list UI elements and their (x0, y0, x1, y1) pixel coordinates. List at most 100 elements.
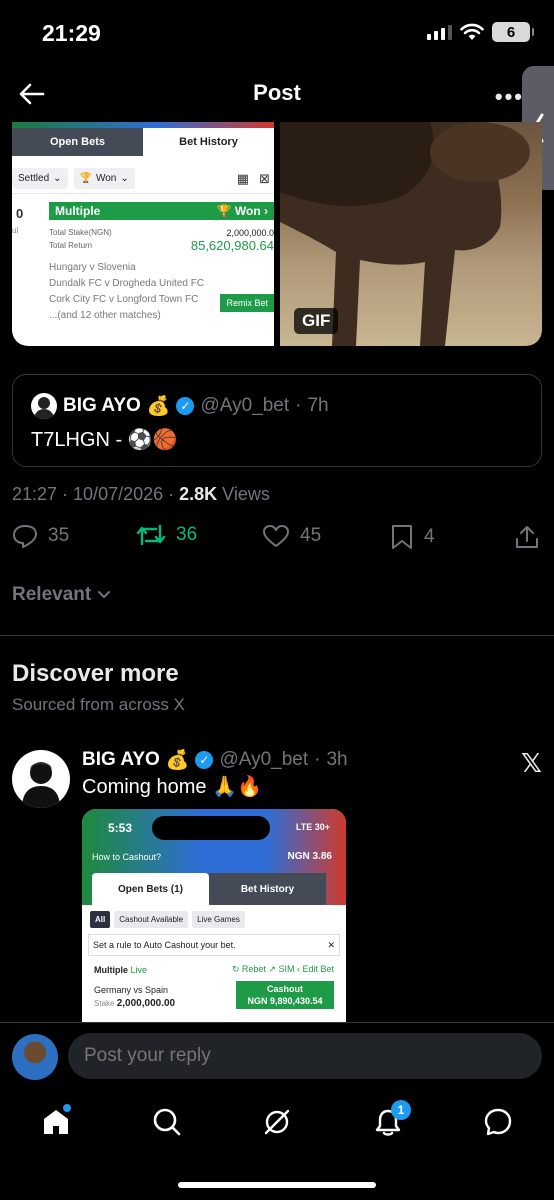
chat-icon (484, 1108, 512, 1136)
chip-all: All (90, 911, 111, 928)
repost-icon (136, 524, 166, 546)
battery-icon: 6 (492, 22, 534, 42)
chevron-down-icon: ⌄ (53, 173, 62, 184)
author-handle: @Ay0_bet (200, 395, 290, 416)
reply-button[interactable]: 35 (12, 524, 69, 548)
separator: · (295, 395, 302, 416)
like-count: 45 (300, 525, 322, 546)
quoted-post[interactable]: BIG AYO 💰 ✓ @Ay0_bet · 7h T7LHGN - ⚽🏀 (12, 374, 542, 467)
views-label: Views (217, 484, 270, 504)
chevron-right-icon: › (264, 204, 268, 218)
post-actions: 35 36 45 4 (12, 524, 542, 558)
like-button[interactable]: 45 (262, 524, 321, 548)
tab-bet-history: Bet History (143, 128, 274, 156)
filter-won-label: Won (95, 173, 117, 184)
nav-grok[interactable] (252, 1102, 302, 1142)
post-image[interactable]: 5:53 LTE 30+ How to Cashout? NGN 3.86 Op… (82, 809, 346, 1025)
side-sub: ul (12, 226, 19, 235)
reply-sort-dropdown[interactable]: Relevant (12, 584, 111, 606)
edit-bet-label: Edit Bet (302, 964, 334, 974)
views-count[interactable]: 2.8K (179, 484, 217, 504)
post-header: BIG AYO 💰 ✓ @Ay0_bet · 3h (82, 748, 348, 772)
multiple-label: Multiple (94, 964, 128, 975)
avatar[interactable] (12, 750, 70, 808)
avatar (12, 1034, 58, 1080)
home-indicator (178, 1182, 376, 1188)
total-return-value: 85,620,980.64 (190, 238, 274, 253)
separator: · (314, 749, 321, 770)
nav-notifications[interactable]: 1 (363, 1100, 413, 1142)
author-name: BIG AYO (63, 395, 141, 416)
bookmark-icon (392, 525, 412, 549)
filter-won: 🏆 Won ⌄ (73, 168, 135, 189)
calendar-icon: ▦ (236, 170, 250, 186)
bet-history-image[interactable]: Open Bets Bet History Settled ⌄ 🏆 Won ⌄ … (12, 122, 274, 346)
quoted-post-text: T7LHGN - ⚽🏀 (31, 429, 178, 451)
multiple-label: Multiple (55, 204, 101, 218)
total-return-label: Total Return (49, 241, 93, 250)
bookmark-button[interactable]: 4 (390, 524, 435, 550)
bet-card: 0 ul Multiple 🏆 Won › Total Stake(NGN) 2… (12, 194, 274, 324)
match-row: Germany vs Spain Stake 2,000,000.00 Cash… (82, 975, 346, 1009)
tab-open-bets: Open Bets (1) (92, 873, 209, 905)
bookmark-count: 4 (424, 526, 435, 547)
nav-search[interactable] (142, 1102, 192, 1142)
chevron-down-icon (98, 591, 111, 599)
post-meta: 21:27 · 10/07/2026 · 2.8K Views (12, 484, 270, 505)
signal-icon (427, 24, 452, 40)
x-logo-icon: 𝕏 (521, 748, 542, 778)
screenshot-tabs: Open Bets (1) Bet History (92, 873, 326, 905)
wifi-icon (460, 23, 484, 40)
notification-badge: 1 (391, 1100, 411, 1120)
post-media: Open Bets Bet History Settled ⌄ 🏆 Won ⌄ … (12, 122, 542, 346)
reply-bar (0, 1022, 554, 1090)
stake-label: Stake (94, 999, 115, 1008)
reply-sort-label: Relevant (12, 584, 92, 605)
filter-settled-label: Settled (18, 173, 50, 184)
gif-badge: GIF (294, 308, 339, 334)
match-list: Hungary v Slovenia Dundalk FC v Drogheda… (49, 252, 274, 324)
reply-input[interactable] (68, 1033, 542, 1079)
balance: NGN 3.86 (287, 851, 332, 862)
trophy-icon: 🏆 (216, 204, 232, 218)
how-to-cashout: How to Cashout? (92, 852, 162, 862)
reply-icon (13, 525, 37, 548)
total-return-row: Total Return 85,620,980.64 (49, 238, 274, 253)
nav-home[interactable] (31, 1102, 81, 1142)
total-stake-label: Total Stake(NGN) (49, 228, 112, 237)
more-options-icon[interactable]: ••• (495, 84, 524, 110)
bet-tool-icons: ▦ ⊠ (237, 171, 274, 187)
author-handle[interactable]: @Ay0_bet (219, 749, 308, 771)
match-item: Hungary v Slovenia (49, 262, 136, 273)
nav-messages[interactable] (473, 1102, 523, 1142)
verified-badge-icon: ✓ (195, 751, 214, 769)
post-text: Coming home 🙏🔥 (82, 776, 262, 798)
grok-icon (264, 1109, 290, 1135)
repost-button[interactable]: 36 (136, 524, 197, 546)
avatar-silhouette (22, 762, 60, 808)
sim-label: SIM (278, 964, 295, 974)
status-bar: 21:29 6 (0, 0, 554, 66)
bet-lines: Total Stake(NGN) 2,000,000.0 Total Retur… (49, 220, 274, 254)
side-number: 0 (16, 206, 24, 221)
dynamic-island (152, 816, 270, 840)
quoted-post-header: BIG AYO 💰 ✓ @Ay0_bet · 7h (31, 393, 329, 419)
divider (0, 635, 554, 636)
gif-media[interactable]: GIF (280, 122, 542, 346)
share-button[interactable] (514, 524, 540, 550)
author-name[interactable]: BIG AYO (82, 749, 160, 771)
total-stake-value: 2,000,000.0 (226, 227, 274, 238)
multiple-bar: Multiple 🏆 Won › (49, 202, 274, 220)
status-icons: 6 (427, 22, 534, 42)
remix-bet-button: Remix Bet (220, 294, 274, 312)
share-icon (516, 526, 538, 548)
match-item: Dundalk FC v Drogheda United FC (49, 278, 205, 289)
chevron-down-icon: ⌄ (120, 173, 129, 184)
screenshot-time: 5:53 (108, 821, 133, 835)
won-label: Won (234, 204, 261, 218)
post-time: 3h (326, 749, 348, 770)
discover-title: Discover more (12, 660, 179, 687)
rule-text: Set a rule to Auto Cashout your bet. (93, 940, 236, 950)
reply-count: 35 (48, 525, 70, 546)
cashout-button: Cashout NGN 9,890,430.54 (236, 981, 334, 1009)
